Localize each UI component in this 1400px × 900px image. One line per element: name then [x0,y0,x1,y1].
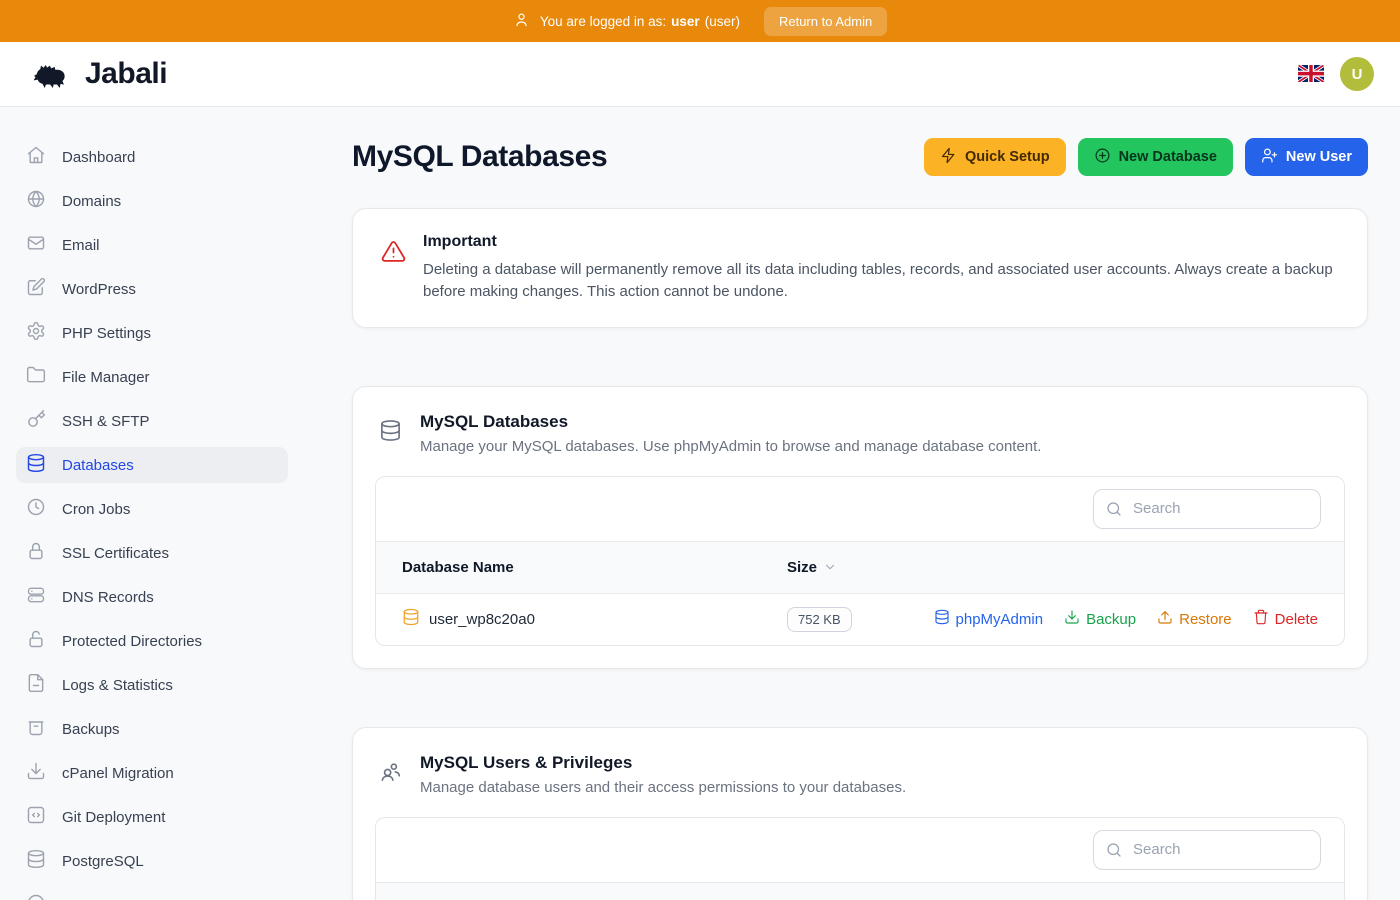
users-card-title: MySQL Users & Privileges [420,753,906,773]
quick-setup-button[interactable]: Quick Setup [924,138,1066,176]
plus-circle-icon [1094,147,1111,168]
logged-in-message: You are logged in as: user (user) [540,14,740,29]
database-icon [934,609,950,629]
database-icon [402,608,420,631]
admin-session-bar: You are logged in as: user (user) Return… [0,0,1400,42]
delete-link[interactable]: Delete [1253,609,1318,629]
brand-logo[interactable]: Jabali [30,56,167,92]
sidebar-item-partial[interactable] [16,887,288,900]
sidebar-item-ssh-sftp[interactable]: SSH & SFTP [16,403,288,439]
backup-link[interactable]: Backup [1064,609,1136,629]
download-icon [1064,609,1080,629]
main-content: MySQL Databases Quick Setup New Database… [304,107,1400,900]
users-table: User Database Privileges [375,817,1345,900]
home-icon [26,145,46,170]
sidebar-item-domains[interactable]: Domains [16,183,288,219]
sidebar-item-php-settings[interactable]: PHP Settings [16,315,288,351]
zap-icon [940,147,957,168]
globe-icon [26,189,46,214]
databases-card-title: MySQL Databases [420,412,1041,432]
warning-triangle-icon [381,233,406,303]
file-text-icon [26,673,46,698]
download-icon [26,761,46,786]
users-icon [379,760,402,788]
sidebar-item-file-manager[interactable]: File Manager [16,359,288,395]
databases-search-input[interactable] [1093,489,1321,529]
column-size-sort[interactable]: Size [787,559,837,576]
brand-name: Jabali [85,57,167,91]
sidebar-item-databases[interactable]: Databases [16,447,288,483]
column-database-name: Database Name [402,559,787,576]
chevron-down-icon [823,560,837,574]
logged-in-username: user [671,14,700,29]
uk-flag-icon[interactable] [1298,65,1324,83]
restore-link[interactable]: Restore [1157,609,1232,629]
users-card-description: Manage database users and their access p… [420,779,906,796]
sidebar-item-email[interactable]: Email [16,227,288,263]
server-icon [26,585,46,610]
warning-title: Important [423,233,1339,251]
logged-in-role: (user) [705,14,740,29]
users-search-input[interactable] [1093,830,1321,870]
edit-icon [26,277,46,302]
gear-icon [26,321,46,346]
database-icon [379,419,402,447]
sidebar-item-cpanel-migration[interactable]: cPanel Migration [16,755,288,791]
user-icon [513,11,530,31]
sidebar-item-git-deployment[interactable]: Git Deployment [16,799,288,835]
upload-icon [1157,609,1173,629]
search-icon [1105,500,1123,518]
logged-in-prefix: You are logged in as: [540,14,666,29]
page-title: MySQL Databases [352,140,607,174]
app-header: Jabali U [0,42,1400,107]
database-icon [26,849,46,874]
search-icon [1105,841,1123,859]
mail-icon [26,233,46,258]
unlock-icon [26,629,46,654]
database-icon [26,453,46,478]
new-database-button[interactable]: New Database [1078,138,1233,176]
circle-icon [26,893,46,900]
phpmyadmin-link[interactable]: phpMyAdmin [934,609,1044,629]
user-plus-icon [1261,147,1278,168]
folder-icon [26,365,46,390]
size-badge: 752 KB [787,607,852,632]
mysql-databases-card: MySQL Databases Manage your MySQL databa… [352,386,1368,669]
sidebar-item-ssl-certificates[interactable]: SSL Certificates [16,535,288,571]
database-row: user_wp8c20a0 752 KB phpMyAdmin Backup [376,594,1344,645]
trash-icon [1253,609,1269,629]
sidebar-item-cron-jobs[interactable]: Cron Jobs [16,491,288,527]
boar-icon [30,56,76,92]
code-icon [26,805,46,830]
mysql-users-card: MySQL Users & Privileges Manage database… [352,727,1368,900]
sidebar-item-logs-statistics[interactable]: Logs & Statistics [16,667,288,703]
warning-text: Deleting a database will permanently rem… [423,259,1339,303]
lock-icon [26,541,46,566]
important-notice-card: Important Deleting a database will perma… [352,208,1368,328]
return-to-admin-button[interactable]: Return to Admin [764,7,887,36]
sidebar-item-dns-records[interactable]: DNS Records [16,579,288,615]
sidebar: Dashboard Domains Email WordPress PHP Se… [0,107,304,900]
sidebar-item-postgresql[interactable]: PostgreSQL [16,843,288,879]
sidebar-item-wordpress[interactable]: WordPress [16,271,288,307]
clock-icon [26,497,46,522]
database-name: user_wp8c20a0 [429,611,535,628]
databases-table: Database Name Size user_wp8c20a0 752 KB [375,476,1345,646]
databases-card-description: Manage your MySQL databases. Use phpMyAd… [420,438,1041,455]
new-user-button[interactable]: New User [1245,138,1368,176]
archive-icon [26,717,46,742]
user-avatar[interactable]: U [1340,57,1374,91]
sidebar-item-backups[interactable]: Backups [16,711,288,747]
key-icon [26,409,46,434]
sidebar-item-protected-directories[interactable]: Protected Directories [16,623,288,659]
sidebar-item-dashboard[interactable]: Dashboard [16,139,288,175]
